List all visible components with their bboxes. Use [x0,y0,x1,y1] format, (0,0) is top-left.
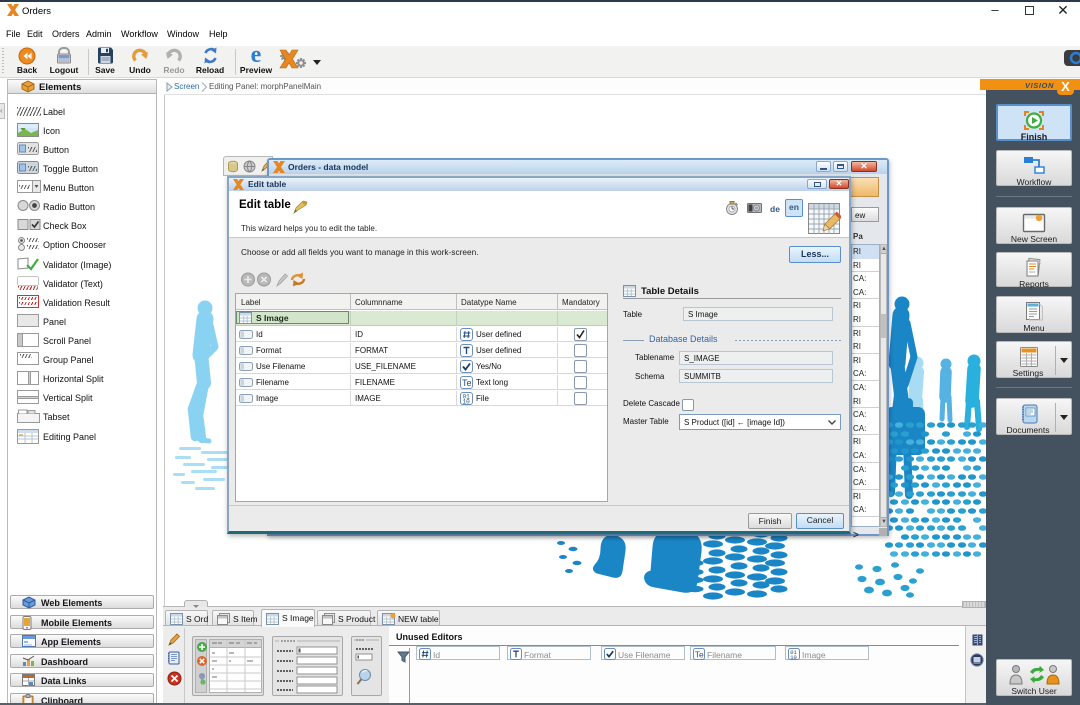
svg-text:10: 10 [790,654,797,660]
svg-text:Te: Te [695,649,704,659]
svg-text:Te: Te [462,378,472,388]
svg-text:10: 10 [463,399,471,406]
